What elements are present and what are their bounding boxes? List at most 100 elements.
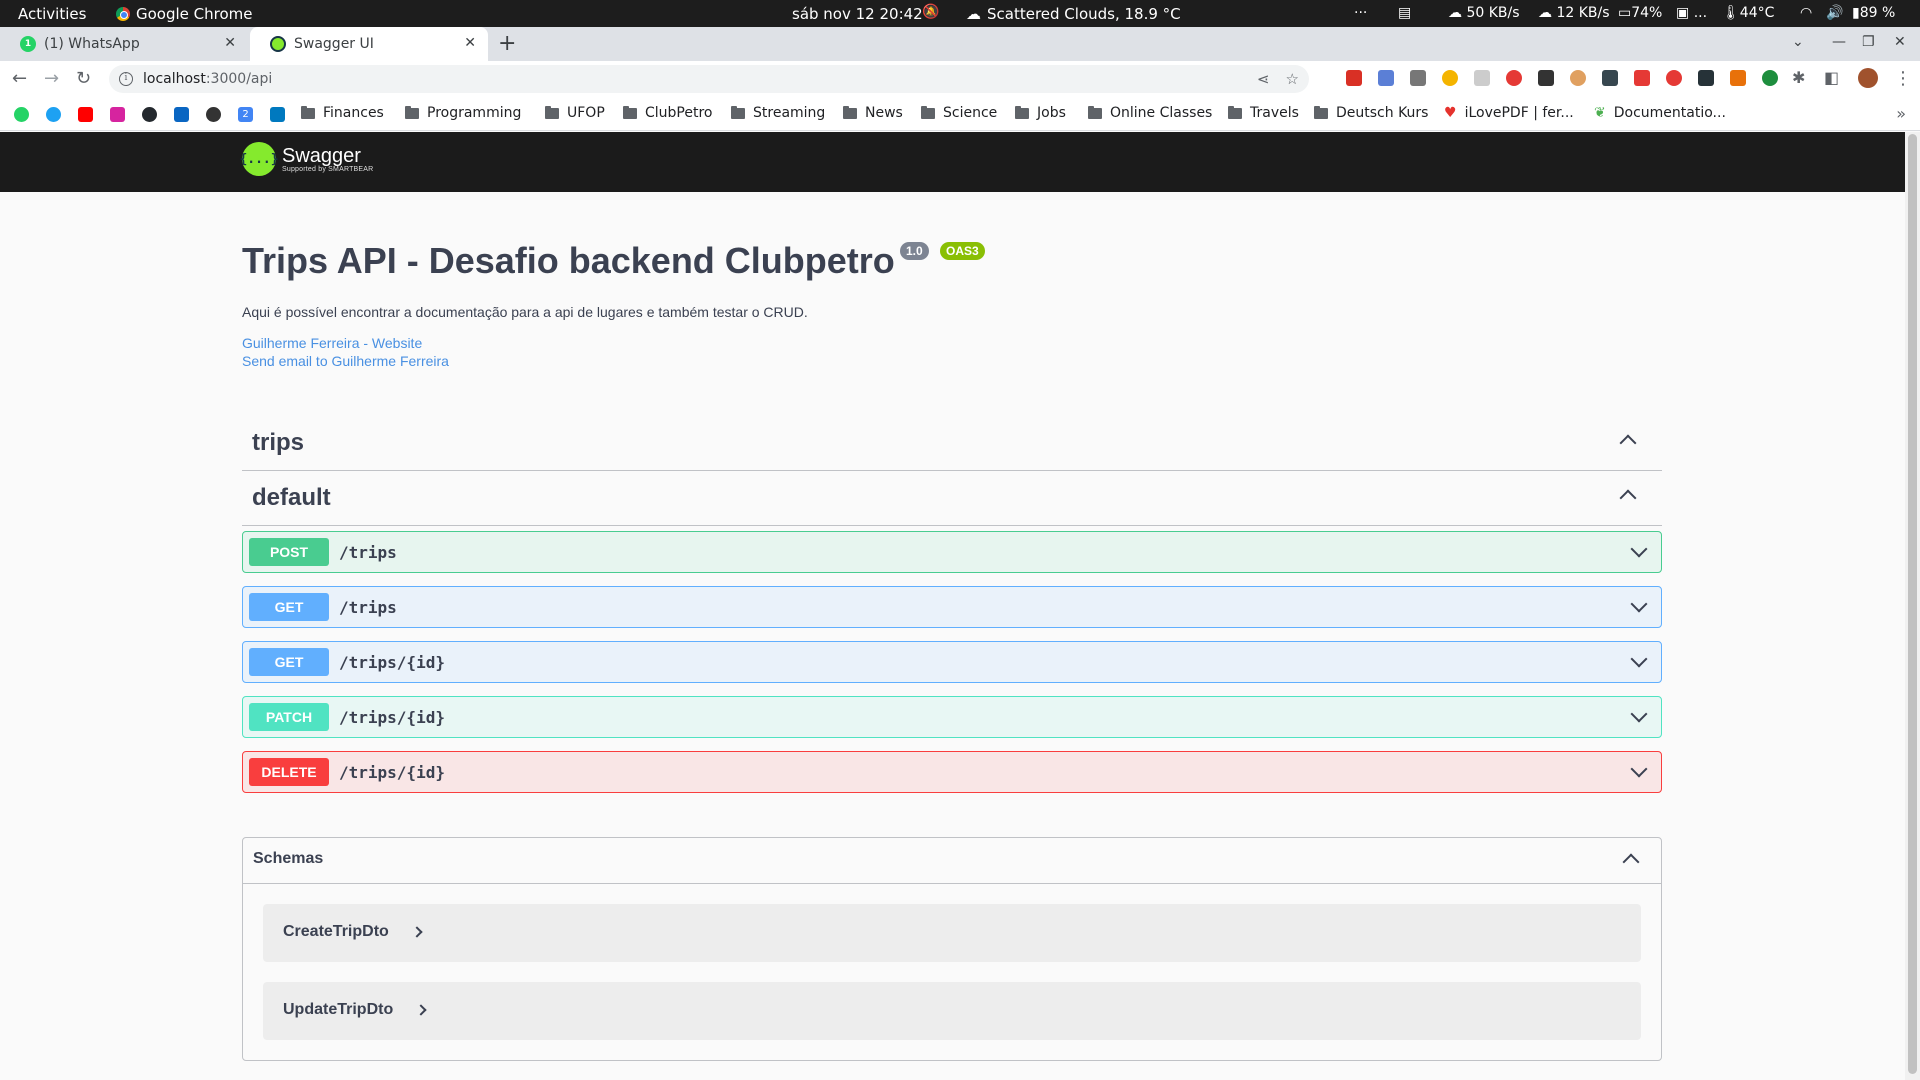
- clipboard-icon[interactable]: ▤: [1398, 5, 1411, 21]
- page-scrollbar[interactable]: [1905, 132, 1920, 1080]
- close-tab-icon[interactable]: ✕: [464, 35, 476, 51]
- volume-icon[interactable]: 🔊: [1826, 5, 1843, 21]
- extension-icon[interactable]: [1666, 70, 1682, 86]
- bookmark-label: Documentatio...: [1613, 105, 1726, 121]
- extension-icon[interactable]: [1602, 70, 1618, 86]
- email-link[interactable]: Send email to Guilherme Ferreira: [242, 353, 449, 369]
- extension-icon[interactable]: [1346, 70, 1362, 86]
- tray-more[interactable]: ···: [1354, 5, 1367, 21]
- scrollbar-thumb[interactable]: [1908, 134, 1917, 1074]
- method-badge: POST: [249, 538, 329, 566]
- battery-percent-value: 74%: [1631, 5, 1663, 21]
- profile-avatar[interactable]: [1858, 68, 1878, 88]
- bookmark-star-icon[interactable]: ☆: [1286, 70, 1299, 88]
- bookmark-folder[interactable]: Deutsch Kurs: [1314, 105, 1428, 121]
- chevron-right-icon[interactable]: [415, 1004, 427, 1016]
- extension-icon[interactable]: [1570, 70, 1586, 86]
- chevron-down-icon[interactable]: [1630, 705, 1648, 723]
- extensions-puzzle-icon[interactable]: ✱: [1792, 68, 1805, 87]
- chevron-down-icon[interactable]: [1630, 595, 1648, 613]
- calendar-bookmark-icon[interactable]: 2: [238, 107, 253, 122]
- chevron-down-icon[interactable]: [1630, 650, 1648, 668]
- tag-section-trips[interactable]: trips: [242, 415, 1662, 471]
- wifi-icon[interactable]: ◠: [1800, 5, 1812, 21]
- instagram-bookmark-icon[interactable]: [110, 107, 125, 122]
- site-info-icon[interactable]: i: [119, 72, 133, 86]
- youtube-bookmark-icon[interactable]: [78, 107, 93, 122]
- side-panel-icon[interactable]: ◧: [1824, 68, 1839, 87]
- swagger-logo[interactable]: {...} Swagger Supported by SMARTBEAR: [239, 142, 373, 176]
- bookmark-folder[interactable]: News: [843, 105, 903, 121]
- whatsapp-bookmark-icon[interactable]: [14, 107, 29, 122]
- extension-icon[interactable]: [1730, 70, 1746, 86]
- twitter-bookmark-icon[interactable]: [46, 107, 61, 122]
- chevron-down-icon[interactable]: [1630, 760, 1648, 778]
- bookmark-folder[interactable]: Online Classes: [1088, 105, 1212, 121]
- swagger-logo-icon: {...}: [239, 142, 279, 176]
- extension-icon[interactable]: [1410, 70, 1426, 86]
- operation-get-trips[interactable]: GET /trips: [242, 586, 1662, 628]
- extension-icon[interactable]: [1698, 70, 1714, 86]
- bookmark-folder-label: Online Classes: [1110, 105, 1213, 121]
- website-link[interactable]: Guilherme Ferreira - Website: [242, 335, 422, 351]
- share-icon[interactable]: ⋖: [1257, 70, 1270, 88]
- close-tab-icon[interactable]: ✕: [224, 35, 236, 51]
- chevron-up-icon[interactable]: [1619, 489, 1637, 507]
- schema-create-trip-dto[interactable]: CreateTripDto: [263, 904, 1641, 962]
- operation-get-trip-by-id[interactable]: GET /trips/{id}: [242, 641, 1662, 683]
- web-bookmark-icon[interactable]: [206, 107, 221, 122]
- linkedin-bookmark-icon[interactable]: [174, 107, 189, 122]
- bookmark-folder[interactable]: ClubPetro: [623, 105, 712, 121]
- extension-icon[interactable]: [1762, 70, 1778, 86]
- bookmark-documentation[interactable]: ❦ Documentatio...: [1594, 105, 1726, 121]
- weather-indicator[interactable]: ☁ Scattered Clouds, 18.9 °C: [966, 5, 1181, 23]
- schemas-header[interactable]: Schemas: [243, 838, 1661, 884]
- bookmark-folder[interactable]: Finances: [301, 105, 384, 121]
- chrome-menu-icon[interactable]: ⋮: [1894, 68, 1912, 89]
- extension-icon[interactable]: [1378, 70, 1394, 86]
- bookmark-folder[interactable]: Streaming: [731, 105, 825, 121]
- restore-button[interactable]: ❐: [1862, 34, 1875, 50]
- trello-bookmark-icon[interactable]: [270, 107, 285, 122]
- schema-update-trip-dto[interactable]: UpdateTripDto: [263, 982, 1641, 1040]
- back-button[interactable]: ←: [12, 68, 27, 89]
- clock[interactable]: sáb nov 12 20:42: [792, 5, 923, 23]
- chevron-down-icon[interactable]: [1630, 540, 1648, 558]
- net-down-speed: ☁ 50 KB/s: [1448, 5, 1520, 21]
- operation-patch-trip-by-id[interactable]: PATCH /trips/{id}: [242, 696, 1662, 738]
- bookmark-folder[interactable]: Programming: [405, 105, 521, 121]
- bookmark-folder[interactable]: Jobs: [1015, 105, 1066, 121]
- github-bookmark-icon[interactable]: [142, 107, 157, 122]
- extension-icon[interactable]: [1538, 70, 1554, 86]
- chevron-up-icon[interactable]: [1622, 853, 1640, 871]
- tab-swagger-ui[interactable]: Swagger UI ✕: [250, 27, 488, 61]
- close-window-button[interactable]: ✕: [1894, 34, 1906, 50]
- operation-delete-trip-by-id[interactable]: DELETE /trips/{id}: [242, 751, 1662, 793]
- extension-icon[interactable]: [1442, 70, 1458, 86]
- activities-button[interactable]: Activities: [18, 5, 86, 23]
- app-menu[interactable]: Google Chrome: [116, 5, 253, 23]
- folder-icon: [623, 105, 637, 119]
- heart-icon: ♥: [1444, 105, 1457, 121]
- chevron-right-icon[interactable]: [411, 926, 423, 938]
- operation-post-trips[interactable]: POST /trips: [242, 531, 1662, 573]
- bookmarks-overflow-icon[interactable]: »: [1896, 104, 1906, 123]
- tab-whatsapp[interactable]: 1 (1) WhatsApp ✕: [0, 27, 248, 61]
- tab-search-icon[interactable]: ⌄: [1792, 34, 1804, 50]
- bookmark-folder[interactable]: Science: [921, 105, 997, 121]
- minimize-button[interactable]: —: [1832, 34, 1846, 50]
- forward-button[interactable]: →: [44, 68, 59, 89]
- chevron-up-icon[interactable]: [1619, 434, 1637, 452]
- bookmark-folder[interactable]: Travels: [1228, 105, 1299, 121]
- battery-status[interactable]: ▮89 %: [1852, 5, 1895, 21]
- extension-icon[interactable]: [1474, 70, 1490, 86]
- bookmark-ilovepdf[interactable]: ♥ iLovePDF | fer...: [1444, 105, 1574, 121]
- bookmark-folder-label: Streaming: [753, 105, 826, 121]
- address-bar[interactable]: i localhost:3000/api ⋖ ☆: [109, 65, 1309, 93]
- extension-icon[interactable]: [1634, 70, 1650, 86]
- extension-icon[interactable]: [1506, 70, 1522, 86]
- tag-section-default[interactable]: default: [242, 470, 1662, 526]
- reload-button[interactable]: ↻: [76, 68, 91, 89]
- bookmark-folder[interactable]: UFOP: [545, 105, 605, 121]
- new-tab-button[interactable]: +: [498, 31, 516, 56]
